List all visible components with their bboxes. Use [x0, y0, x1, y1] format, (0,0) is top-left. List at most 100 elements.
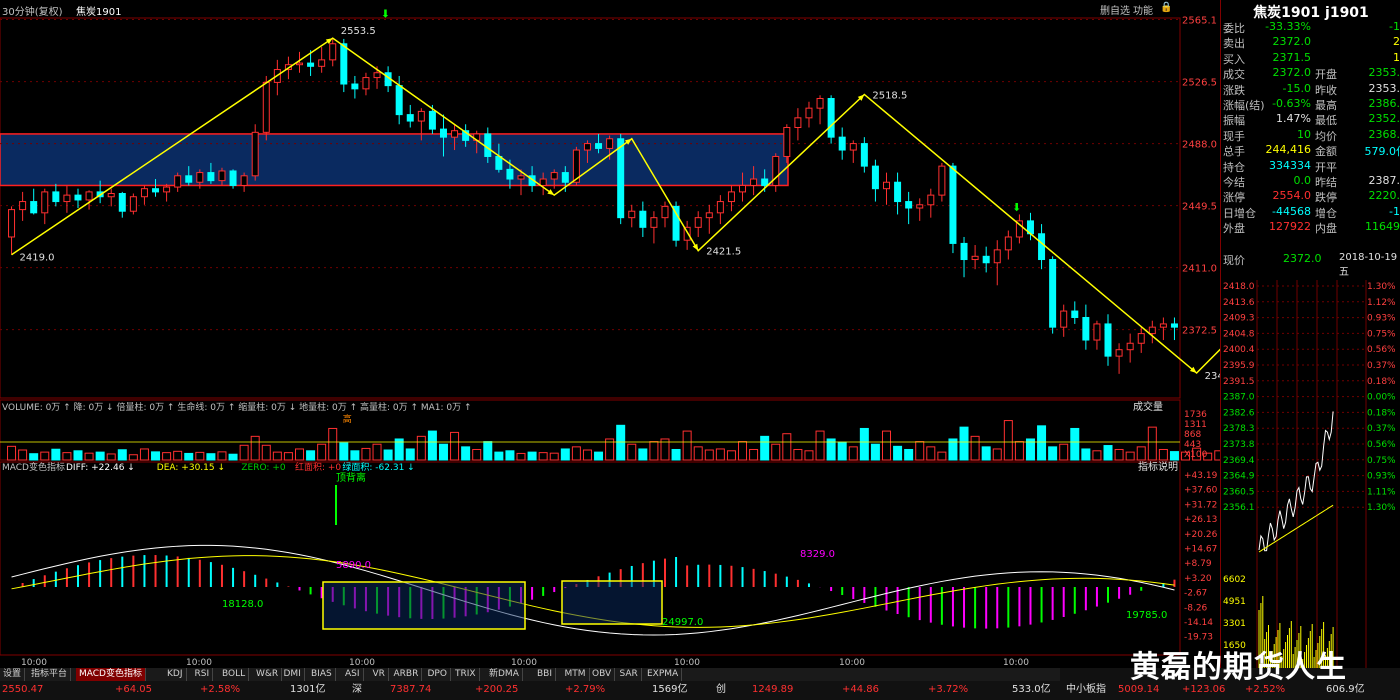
swing-price-label: 2421.5 — [706, 247, 741, 258]
candle-body — [628, 210, 636, 219]
volume-bar — [217, 451, 227, 461]
volume-bar — [1070, 427, 1080, 461]
indicator-tab[interactable]: ASI — [342, 668, 364, 681]
candle-body — [1104, 323, 1112, 357]
indicator-tab[interactable]: RSI — [192, 668, 214, 681]
volume-bar — [372, 443, 382, 461]
indicator-tab[interactable]: 设置 — [0, 668, 26, 681]
candle-body — [672, 205, 680, 241]
quote-value: 116494 — [1365, 220, 1400, 234]
volume-bar — [715, 448, 725, 461]
indicator-tab[interactable]: TRIX — [452, 668, 480, 681]
indicator-tab[interactable]: MACD变色指标 — [76, 668, 146, 681]
indicator-tab[interactable]: DPO — [425, 668, 451, 681]
indicator-tab[interactable]: SAR — [617, 668, 642, 681]
indicator-tab[interactable]: MTM — [562, 668, 590, 681]
candle-body — [617, 138, 625, 219]
quote-value: 2387.0 — [1368, 174, 1400, 187]
mini-pct-tick: 0.18% — [1367, 377, 1396, 387]
candle-body — [1148, 326, 1156, 335]
indicator-tab[interactable]: 指标平台 — [28, 668, 72, 681]
mini-pct-tick: 0.18% — [1367, 408, 1396, 418]
consolidation-zone-box — [0, 133, 789, 187]
quote-value: 2220.0 — [1368, 189, 1400, 203]
quote-value: 579.0亿 — [1364, 145, 1400, 159]
volume-bar — [616, 424, 626, 461]
price-tick-label: 2372.5 — [1182, 326, 1217, 337]
indicator-tab[interactable]: W&R — [253, 668, 283, 681]
candle-body — [163, 186, 171, 193]
candle-body — [41, 191, 49, 214]
candle-body — [417, 110, 425, 122]
quote-value: 20 — [1393, 35, 1400, 49]
volume-bar — [261, 444, 271, 461]
volume-bar — [538, 452, 548, 461]
volume-bar — [859, 427, 869, 461]
candle-body — [140, 188, 148, 198]
macd-legend-item: ZERO: +0 — [241, 463, 285, 473]
candle-body — [30, 201, 38, 214]
macd-tick-label: +31.72 — [1184, 500, 1217, 510]
volume-tick-label: X100 — [1184, 450, 1208, 460]
candle-body — [19, 201, 27, 211]
mini-price-line — [1258, 411, 1334, 552]
candle-body — [517, 175, 525, 180]
remove-watchlist-button[interactable]: 删自选 — [1100, 2, 1130, 17]
mini-pct-tick: 1.11% — [1367, 487, 1396, 497]
volume-bar — [693, 446, 703, 461]
quote-value: 2554.0 — [1272, 189, 1312, 203]
candle-body — [74, 194, 82, 201]
chart-canvas[interactable]: 2565.12526.52488.02449.52411.02372.52553… — [0, 0, 1253, 668]
volume-bar — [915, 441, 925, 461]
macd-legend-item: 红面积: +0 — [295, 461, 341, 473]
indicator-tab[interactable]: 新DMA — [486, 668, 523, 681]
quote-value: 2353.5 — [1368, 81, 1400, 95]
candle-body — [916, 204, 924, 209]
indicator-tab[interactable]: OBV — [589, 668, 616, 681]
candle-body — [373, 72, 381, 79]
volume-bar — [317, 443, 327, 461]
volume-bar — [970, 435, 980, 461]
indicator-tab[interactable]: DMI — [281, 668, 305, 681]
volume-bar — [383, 449, 393, 461]
quote-label: 外盘 — [1223, 222, 1245, 236]
volume-bar — [339, 442, 349, 461]
volume-bar — [483, 441, 493, 461]
indicator-tabs: 设置 指标平台 MACD变色指标 KDJ RSI BOLL W&R DMI BIAS ASI VR A… — [0, 668, 1060, 681]
macd-tick-label: +14.67 — [1184, 545, 1217, 555]
quote-value: -14 — [1389, 204, 1400, 218]
quote-value: 244,416 — [1265, 143, 1312, 157]
time-tick-label: 10:00 — [674, 658, 700, 668]
macd-annotation: 8329.0 — [800, 549, 835, 560]
candle-body — [1115, 349, 1123, 357]
volume-bar — [139, 448, 149, 461]
indicator-tab[interactable]: EXPMA — [644, 668, 683, 681]
volume-bar — [361, 447, 371, 461]
volume-bar — [627, 443, 637, 461]
mini-pct-tick: 0.37% — [1367, 424, 1396, 434]
candle-body — [107, 193, 115, 198]
volume-bar — [328, 427, 338, 461]
lock-icon[interactable]: 🔒 — [1160, 2, 1172, 13]
indicator-tab[interactable]: BOLL — [219, 668, 250, 681]
indicator-tab[interactable]: BBI — [534, 668, 557, 681]
indicator-tab[interactable]: VR — [370, 668, 389, 681]
swing-price-label: 2419.0 — [20, 253, 55, 264]
kline-chart-area[interactable]: 2565.1 2526.5 2488.0 2449.5 2411.0 2372.5 2553… — [0, 0, 1253, 668]
volume-bar — [272, 451, 282, 461]
volume-bar — [815, 430, 825, 461]
quote-row: 外盘 127922 内盘 116494 — [1221, 220, 1400, 235]
function-button[interactable]: 功能 — [1133, 2, 1153, 17]
indicator-tab[interactable]: KDJ — [164, 668, 187, 681]
quote-label: 振幅 — [1223, 114, 1245, 128]
candle-body — [406, 114, 414, 122]
macd-legend-item: 绿面积: -62.31 ↓ — [342, 461, 414, 473]
quote-row: 涨跌 -15.0 昨收 2353.5 — [1221, 82, 1400, 97]
indicator-tab[interactable]: BIAS — [308, 668, 336, 681]
volume-bar — [173, 450, 183, 461]
intraday-mini-chart[interactable]: 2418.0 1.30% 2413.6 1.12% 2409.3 0.93% 2404.8 0… — [1221, 280, 1400, 668]
mini-price-tick: 2364.9 — [1223, 472, 1255, 482]
quote-label: 内盘 — [1315, 222, 1337, 236]
candle-body — [849, 143, 857, 151]
indicator-tab[interactable]: ARBR — [391, 668, 423, 681]
